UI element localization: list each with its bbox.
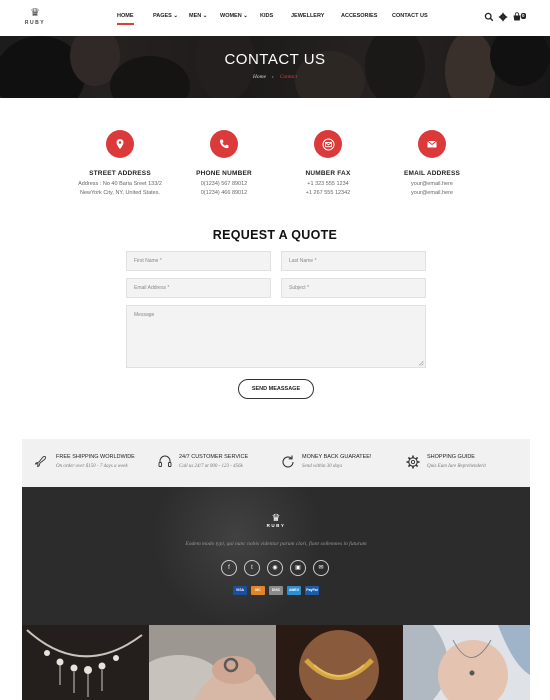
features-strip: FREE SHIPPING WORLDWIDE On order over $1… (22, 439, 530, 487)
site-header: ♛ RUBY HOME PAGES ⌄ MEN ⌄ WOMEN ⌄ KIDS J… (0, 0, 550, 36)
twitter-icon[interactable]: t (244, 560, 260, 576)
phone-icon (210, 130, 238, 158)
email-field[interactable]: Email Address * (126, 278, 271, 298)
gear-icon (406, 455, 420, 469)
site-logo[interactable]: ♛ RUBY (22, 7, 48, 27)
resize-handle-icon[interactable] (418, 360, 424, 366)
contact-line: your@email.here (411, 190, 453, 196)
contact-title: PHONE NUMBER (196, 170, 252, 177)
contact-phone-number: PHONE NUMBER 0(1234) 567 89012 0(1234) 46… (164, 130, 284, 198)
pendant-photo (403, 625, 530, 700)
nav-jewellery[interactable]: JEWELLERY (291, 13, 324, 19)
nav-contact-us[interactable]: CONTACT US (392, 13, 428, 19)
crown-icon: ♛ (30, 7, 40, 19)
crown-icon: ♛ (271, 513, 281, 524)
footer-tagline: Eodem modo typi, qui nunc nobis videntur… (185, 541, 367, 547)
feature-title: SHOPPING GUIDE (427, 454, 475, 460)
discover-icon: DISC (269, 586, 283, 595)
email-placeholder: Email Address * (134, 285, 170, 291)
social-links: f t ◉ ▣ ✉ (221, 560, 331, 576)
site-footer: ♛ RUBY Eodem modo typi, qui nunc nobis v… (22, 487, 530, 625)
last-name-field[interactable]: Last Name * (281, 251, 426, 271)
contact-number-fax: NUMBER FAX +1 323 555 1234 +1 267 555 123… (268, 130, 388, 198)
visa-icon: VISA (233, 586, 247, 595)
nav-men[interactable]: MEN ⌄ (189, 13, 207, 19)
envelope-icon (418, 130, 446, 158)
send-message-button[interactable]: SEND MEASSAGE (238, 379, 314, 399)
feature-subtitle: Send within 30 days (302, 464, 343, 469)
breadcrumb-current: Contact (279, 74, 298, 80)
contact-street-address: STREET ADDRESS Address : No 40 Baria Sre… (60, 130, 180, 198)
feature-title: MONEY BACK GUARATEE! (302, 454, 372, 460)
gallery-image-ring[interactable] (149, 625, 276, 700)
instagram-icon[interactable]: ▣ (290, 560, 306, 576)
header-tools: 0 (484, 12, 528, 22)
breadcrumb: Home › Contact (0, 74, 550, 80)
feature-subtitle: Quis Eum Iure Reprehenderit (427, 464, 486, 469)
message-textarea[interactable]: Message (126, 305, 426, 368)
ring-photo (149, 625, 276, 700)
contact-line: +1 323 555 1234 (307, 181, 349, 187)
gallery-image-necklace[interactable] (22, 625, 149, 700)
nav-women[interactable]: WOMEN ⌄ (220, 13, 248, 19)
feature-subtitle: On order over $150 - 7 days a week (56, 464, 128, 469)
nav-home[interactable]: HOME (117, 13, 134, 25)
search-icon[interactable] (484, 12, 494, 22)
map-pin-icon (106, 130, 134, 158)
airplane-icon (34, 456, 46, 468)
contact-title: NUMBER FAX (305, 170, 351, 177)
dribbble-icon[interactable]: ◉ (267, 560, 283, 576)
subject-placeholder: Subject * (289, 285, 310, 291)
contact-title: EMAIL ADDRESS (403, 170, 461, 177)
footer-logo-text: RUBY (266, 523, 286, 528)
nav-kids[interactable]: KIDS (260, 13, 273, 19)
contact-email-address: EMAIL ADDRESS your@email.here your@email.… (372, 130, 492, 198)
breadcrumb-home[interactable]: Home (253, 74, 266, 80)
subject-field[interactable]: Subject * (281, 278, 426, 298)
contact-line: 0(1234) 567 89012 (200, 181, 248, 187)
refresh-icon (282, 455, 294, 468)
gallery-image-pendant[interactable] (403, 625, 530, 700)
contact-line: +1 267 555 12342 (305, 190, 351, 196)
instagram-gallery (22, 625, 530, 700)
first-name-placeholder: First Name * (134, 258, 162, 264)
contact-line: Address : No 40 Baria Sreet 133/2 (78, 181, 162, 187)
chevron-down-icon: ⌄ (202, 13, 208, 19)
message-placeholder: Message (134, 312, 155, 318)
quote-title: REQUEST A QUOTE (212, 228, 338, 242)
paypal-icon: PayPal (305, 586, 319, 595)
feature-title: FREE SHIPPING WORLDWIDE (56, 454, 135, 460)
gallery-image-gold-necklace[interactable] (276, 625, 403, 700)
payment-methods: VISA MC DISC AMEX PayPal (233, 586, 319, 595)
necklace-photo (22, 625, 149, 700)
last-name-placeholder: Last Name * (289, 258, 317, 264)
nav-pages[interactable]: PAGES ⌄ (153, 13, 178, 19)
nav-accesories[interactable]: ACCESORIES (341, 13, 377, 19)
email-icon[interactable]: ✉ (313, 560, 329, 576)
mastercard-icon: MC (251, 586, 265, 595)
page-banner: CONTACT US Home › Contact (0, 36, 550, 98)
amex-icon: AMEX (287, 586, 301, 595)
first-name-field[interactable]: First Name * (126, 251, 271, 271)
gear-icon[interactable] (498, 12, 508, 22)
chevron-down-icon: ⌄ (173, 13, 178, 19)
cart-count-badge: 0 (521, 13, 526, 19)
gold-necklace-photo (276, 625, 403, 700)
facebook-icon[interactable]: f (221, 560, 237, 576)
footer-background-photo (152, 487, 322, 625)
cart-button[interactable]: 0 (512, 12, 528, 22)
breadcrumb-separator: › (272, 75, 274, 80)
contact-line: NewYork City, NY, United States. (80, 190, 160, 196)
feature-subtitle: Call us 24/7 at 000 - 123 - 456k (179, 464, 243, 469)
headset-icon (158, 455, 172, 467)
contact-line: 0(1234) 466 89012 (200, 190, 248, 196)
footer-logo[interactable]: ♛ RUBY (22, 513, 530, 529)
contact-title: STREET ADDRESS (89, 170, 151, 177)
logo-text: RUBY (24, 20, 46, 26)
envelope-open-icon (314, 130, 342, 158)
feature-title: 24/7 CUSTOMER SERVICE (179, 454, 249, 460)
contact-line: your@email.here (411, 181, 453, 187)
chevron-down-icon: ⌄ (243, 13, 248, 19)
page-title: CONTACT US (224, 51, 326, 68)
